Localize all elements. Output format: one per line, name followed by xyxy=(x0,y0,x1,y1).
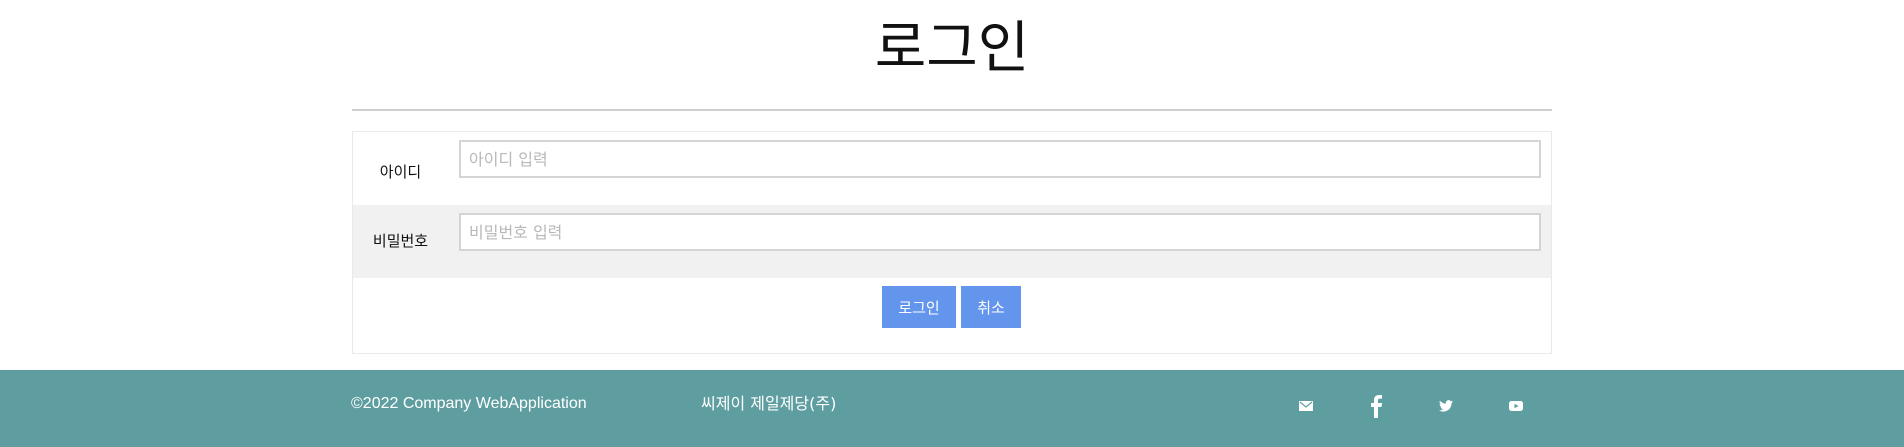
title-divider xyxy=(352,109,1552,111)
password-row: 비밀번호 xyxy=(353,205,1551,278)
mail-icon[interactable] xyxy=(1292,392,1320,420)
page-title: 로그인 xyxy=(874,16,1030,81)
cancel-button[interactable]: 취소 xyxy=(961,286,1021,328)
twitter-icon[interactable] xyxy=(1432,392,1460,420)
youtube-icon[interactable] xyxy=(1502,392,1530,420)
password-input[interactable] xyxy=(459,213,1541,251)
id-row: 아이디 xyxy=(353,132,1551,205)
login-form: 아이디 비밀번호 로그인 취소 xyxy=(352,131,1552,354)
footer-copyright: ©2022 Company WebApplication xyxy=(351,395,587,412)
id-label: 아이디 xyxy=(379,163,422,181)
login-page: 로그인 아이디 비밀번호 로그인 취소 ©2022 Company WebApp… xyxy=(0,0,1904,447)
facebook-icon[interactable] xyxy=(1362,392,1390,420)
password-label: 비밀번호 xyxy=(372,232,429,250)
id-input[interactable] xyxy=(459,140,1541,178)
footer-company-name: 씨제이 제일제당(주) xyxy=(701,394,837,413)
footer: ©2022 Company WebApplication 씨제이 제일제당(주) xyxy=(0,370,1904,447)
login-button[interactable]: 로그인 xyxy=(882,286,956,328)
